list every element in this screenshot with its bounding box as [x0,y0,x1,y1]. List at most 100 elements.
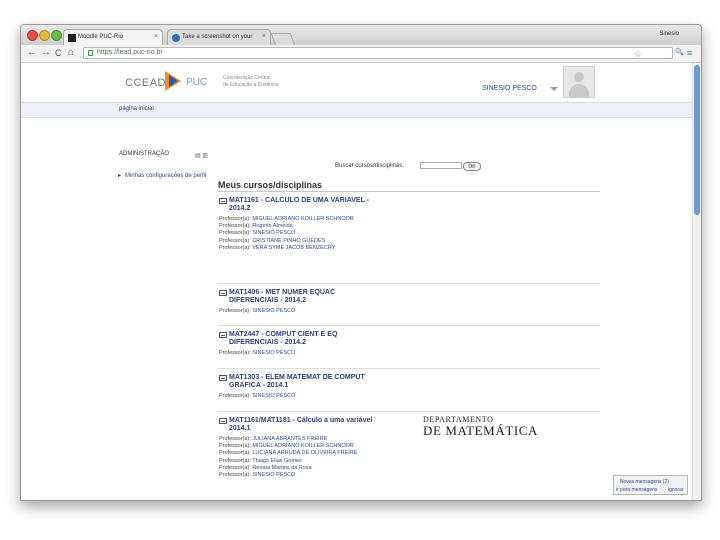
logo-ccead[interactable]: CCEAD [125,77,166,89]
navigation-bar: página inicial [21,103,692,118]
back-arrow-icon[interactable]: ← [27,47,37,59]
user-menu-name[interactable]: SINESIO PESCO [482,85,537,92]
course-icon [219,198,227,204]
tab-screenshot-help[interactable]: Take a screenshot on your × [167,29,271,45]
reload-icon[interactable]: C [55,47,62,59]
minimize-window-button[interactable] [39,30,50,41]
heading-divider [218,191,600,192]
teacher-list: Professor(a): JULIANA ABRANTES FREIRE Pro… [219,436,379,479]
tab-title: Take a screenshot on your [182,34,253,40]
teacher-label: Professor(a): [219,237,251,244]
page-content: CCEAD PUC Coordenação Central de Educaçã… [21,63,701,500]
teacher-name-link[interactable]: CRISTIANE PINHO GUEDES [252,238,325,244]
profile-settings-link[interactable]: Minhas configurações de perfil [118,172,213,181]
course-link[interactable]: MAT1406 - MET NUMER EQUAC DIFERENCIAIS -… [229,289,379,305]
course-link[interactable]: MAT1303 - ELEM MATEMAT DE COMPUT GRAFICA… [229,374,379,390]
course-divider [218,368,600,369]
my-courses-heading: Meus cursos/disciplinas [218,180,323,190]
teacher-label: Professor(a): [219,350,251,356]
course-search-label: Buscar cursos/disciplinas: [335,163,405,169]
teacher-row: Professor(a): LUCIANA ARRUDA DE OLIVEIRA… [219,450,379,457]
course-divider [218,411,600,412]
teacher-list: Professor(a): SINESIO PESCO [219,350,379,357]
course-icon [219,418,227,424]
teacher-label: Professor(a): [219,464,251,471]
address-bar[interactable]: https://lead.puc-rio.br ☆ [83,47,673,59]
site-header: CCEAD PUC Coordenação Central de Educaçã… [21,63,692,103]
teacher-row: Professor(a): MIGUEL ADRIANO KOILLER SCH… [219,216,379,223]
logo-play-inner-icon [169,75,178,87]
lock-icon [88,50,93,56]
menu-icon[interactable]: ≡ [687,47,692,59]
teacher-row: Professor(a): SINESIO PESCO [219,230,379,237]
tab-close-icon[interactable]: × [262,33,266,40]
avatar[interactable] [563,66,595,98]
course-icon [219,332,227,338]
chevron-down-icon[interactable] [550,87,558,91]
teacher-name-link[interactable]: JULIANA ABRANTES FREIRE [252,436,327,442]
ignore-messages-link[interactable]: ignorar [668,487,684,493]
forward-arrow-icon[interactable]: → [41,47,51,59]
teacher-name-link[interactable]: VERA SYME JACOB BENZECRY [252,245,335,251]
teacher-row: Professor(a): CRISTIANE PINHO GUEDES [219,238,379,245]
teacher-label: Professor(a): [219,472,251,479]
course-icon [219,290,227,296]
teacher-label: Professor(a): [219,223,251,230]
course-search-input[interactable] [420,162,462,169]
teacher-row: Professor(a): VERA SYME JACOB BENZECRY [219,245,379,252]
teacher-label: Professor(a): [219,436,251,442]
course-link[interactable]: MAT1161/MAT1181 - Cálculo a uma variável… [229,417,379,433]
url-text: https://lead.puc-rio.br [97,49,163,56]
tab-bar: Moodle PUC-Rio × Take a screenshot on yo… [21,25,701,46]
teacher-row: Professor(a): Rogerio Almeida [219,223,379,230]
course-link[interactable]: MAT2447 - COMPUT CIENT E EQ DIFERENCIAIS… [229,331,379,347]
browser-window: Moodle PUC-Rio × Take a screenshot on yo… [20,24,702,501]
course-divider [218,283,600,284]
course-link[interactable]: MAT1161 - CALCULO DE UMA VARIAVEL - 2014… [229,197,379,213]
block-dock-icon[interactable]: ▤ ▥ [195,152,208,159]
teacher-name-link[interactable]: SINESIO PESCO [252,350,295,356]
bookmark-star-icon[interactable]: ☆ [634,49,642,59]
teacher-name-link[interactable]: Renata Martins da Rosa [252,465,311,471]
tab-close-icon[interactable]: × [154,33,158,40]
zoom-window-button[interactable] [51,30,62,41]
teacher-label: Professor(a): [219,443,251,450]
teacher-label: Professor(a): [219,216,251,222]
teacher-name-link[interactable]: SINESIO PESCO [252,308,295,314]
teacher-name-link[interactable]: Thiago Elias Gomes [252,458,302,464]
course-icon [219,375,227,381]
teacher-name-link[interactable]: SINESIO PESCO [252,393,295,399]
teacher-name-link[interactable]: LUCIANA ARRUDA DE OLIVEIRA FREIRE [252,450,357,456]
teacher-list: Professor(a): MIGUEL ADRIANO KOILLER SCH… [219,216,379,252]
admin-block-title: ADMINISTRAÇÃO [119,151,170,157]
breadcrumb-home[interactable]: página inicial [119,106,154,112]
scrollbar-thumb[interactable] [694,65,700,215]
moodle-favicon-icon [68,34,76,42]
course-search-button[interactable]: OK [463,162,481,171]
teacher-row: Professor(a): SINESIO PESCO [219,472,379,479]
logo-subtitle: Coordenação Central de Educação a Distân… [223,75,279,88]
messages-title: Novas mensagens (2) [620,479,669,485]
teacher-list: Professor(a): SINESIO PESCO [219,308,379,315]
teacher-name-link[interactable]: Rogerio Almeida [252,223,292,229]
go-to-messages-link[interactable]: ir para mensagens [616,487,657,493]
home-icon[interactable]: ⌂ [68,47,74,59]
new-messages-popup: Novas mensagens (2) ir para mensagens ig… [613,475,688,495]
teacher-name-link[interactable]: MIGUEL ADRIANO KOILLER SCHNOOR [252,443,354,449]
teacher-label: Professor(a): [219,393,251,399]
teacher-name-link[interactable]: SINESIO PESCO [252,472,295,478]
teacher-name-link[interactable]: MIGUEL ADRIANO KOILLER SCHNOOR [252,216,354,222]
close-window-button[interactable] [27,30,38,41]
page-scrollbar[interactable] [692,63,701,500]
teacher-list: Professor(a): SINESIO PESCO [219,393,379,400]
browser-toolbar: ← → C ⌂ https://lead.puc-rio.br ☆ 🔍 ≡ [21,45,701,63]
teacher-label: Professor(a): [219,450,251,457]
search-icon[interactable]: 🔍 [675,47,684,59]
globe-favicon-icon [172,34,180,42]
logo-puc: PUC [186,77,208,88]
tab-moodle[interactable]: Moodle PUC-Rio × [63,29,163,45]
teacher-label: Professor(a): [219,308,251,314]
teacher-row: Professor(a): JULIANA ABRANTES FREIRE [219,436,379,443]
profile-name[interactable]: Sinesio [659,31,679,37]
teacher-name-link[interactable]: SINESIO PESCO [252,230,295,236]
